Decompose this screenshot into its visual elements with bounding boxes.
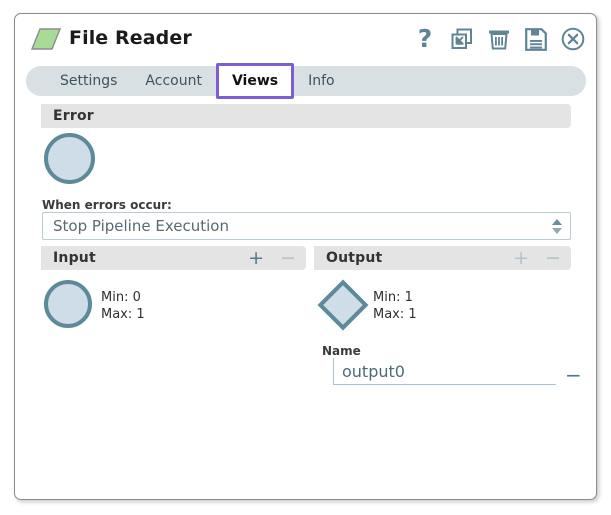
- output-section-buttons: + −: [513, 246, 561, 270]
- delete-icon[interactable]: [486, 26, 512, 52]
- input-remove-button[interactable]: −: [280, 249, 296, 268]
- input-section-buttons: + −: [248, 246, 296, 270]
- tab-settings[interactable]: Settings: [46, 66, 131, 96]
- output-max-label: Max: 1: [373, 306, 417, 323]
- tab-views-label: Views: [232, 73, 278, 89]
- tab-info-label: Info: [308, 73, 335, 89]
- titlebar-actions: ?: [412, 24, 586, 54]
- tab-info[interactable]: Info: [294, 66, 349, 96]
- tab-settings-label: Settings: [60, 73, 117, 89]
- when-errors-occur-select[interactable]: Stop Pipeline Execution: [42, 212, 571, 240]
- tab-views[interactable]: Views: [216, 63, 294, 99]
- output-name-value: output0: [342, 358, 405, 384]
- file-reader-dialog: File Reader ?: [14, 13, 597, 500]
- help-glyph: ?: [418, 26, 433, 51]
- output-name-remove-button[interactable]: −: [565, 365, 582, 385]
- output-section-header: Output + −: [314, 246, 571, 270]
- output-min-label: Min: 1: [373, 289, 417, 306]
- error-port-circle[interactable]: [44, 133, 95, 184]
- input-max-label: Max: 1: [101, 306, 145, 323]
- tab-bar: Settings Account Views Info: [26, 66, 586, 96]
- output-remove-button[interactable]: −: [545, 249, 561, 268]
- tab-account-label: Account: [145, 73, 202, 89]
- page-title: File Reader: [69, 27, 192, 49]
- tab-list: Settings Account Views Info: [26, 66, 349, 96]
- output-name-label: Name: [322, 344, 361, 358]
- restore-window-icon[interactable]: [449, 26, 475, 52]
- input-port-circle[interactable]: [44, 280, 92, 328]
- output-min-max: Min: 1 Max: 1: [373, 289, 417, 323]
- error-section-title: Error: [41, 108, 94, 124]
- output-add-button[interactable]: +: [513, 249, 529, 268]
- when-errors-occur-label: When errors occur:: [42, 198, 172, 212]
- output-port-diamond[interactable]: [318, 280, 369, 331]
- dialog-titlebar: File Reader ?: [15, 14, 596, 59]
- output-name-input[interactable]: output0: [333, 358, 556, 385]
- input-add-button[interactable]: +: [248, 249, 264, 268]
- output-section-title: Output: [314, 250, 382, 266]
- close-icon[interactable]: [560, 26, 586, 52]
- chevron-updown-icon[interactable]: [551, 217, 562, 235]
- save-icon[interactable]: [523, 26, 549, 52]
- input-min-max: Min: 0 Max: 1: [101, 289, 145, 323]
- input-section-title: Input: [41, 250, 96, 266]
- chevron-down-icon: [552, 228, 562, 234]
- when-errors-occur-value: Stop Pipeline Execution: [53, 213, 229, 239]
- screenshot-root: File Reader ?: [0, 0, 611, 515]
- help-icon[interactable]: ?: [412, 26, 438, 52]
- input-section-header: Input + −: [41, 246, 306, 270]
- error-section-header: Error: [41, 104, 571, 128]
- chevron-up-icon: [552, 219, 562, 225]
- parallelogram-node-icon: [31, 28, 61, 50]
- input-min-label: Min: 0: [101, 289, 145, 306]
- tab-account[interactable]: Account: [131, 66, 216, 96]
